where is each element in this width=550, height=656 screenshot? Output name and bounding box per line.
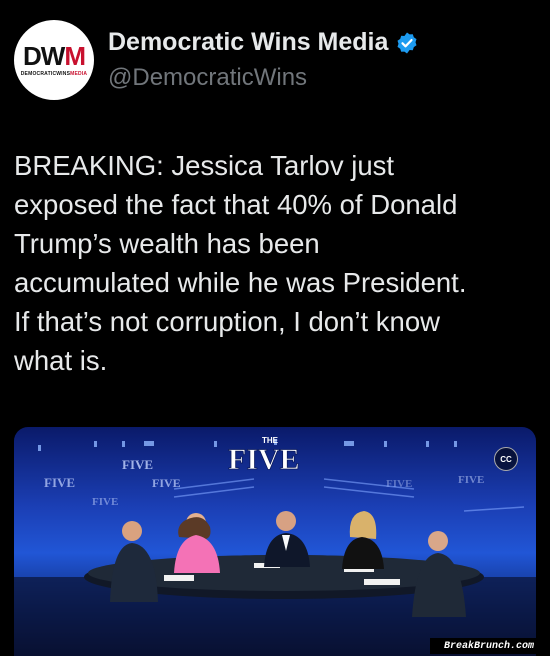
studio-scene: FIVE FIVE FIVE FIVE FIVE FIVE THE FIVE <box>14 436 536 656</box>
tweet-video[interactable]: FIVE FIVE FIVE FIVE FIVE FIVE THE FIVE C… <box>14 427 536 656</box>
svg-text:FIVE: FIVE <box>152 476 181 490</box>
verified-badge-icon <box>397 32 417 53</box>
svg-text:FIVE: FIVE <box>458 474 484 486</box>
user-handle[interactable]: @DemocraticWins <box>108 64 307 92</box>
svg-text:FIVE: FIVE <box>122 457 153 472</box>
svg-text:FIVE: FIVE <box>92 496 118 508</box>
host-1 <box>110 521 158 602</box>
watermark: BreakBrunch.com <box>430 638 548 654</box>
tweet-text: BREAKING: Jessica Tarlov just exposed th… <box>14 150 467 376</box>
name-row: Democratic Wins Media <box>108 28 419 57</box>
host-5 <box>412 531 466 617</box>
host-2 <box>174 513 220 573</box>
avatar-subtext: DEMOCRATICWINSMEDIA <box>20 71 88 77</box>
host-3 <box>264 511 310 567</box>
show-logo-large: FIVE <box>228 443 300 476</box>
closed-captions-button[interactable]: CC <box>494 447 518 471</box>
host-4 <box>342 511 384 569</box>
display-name[interactable]: Democratic Wins Media <box>108 28 388 57</box>
tweet-header: DWM DEMOCRATICWINSMEDIA Democratic Wins … <box>14 20 534 104</box>
avatar[interactable]: DWM DEMOCRATICWINSMEDIA <box>14 20 94 100</box>
svg-text:FIVE: FIVE <box>44 475 75 490</box>
avatar-logo: DWM <box>23 41 86 71</box>
